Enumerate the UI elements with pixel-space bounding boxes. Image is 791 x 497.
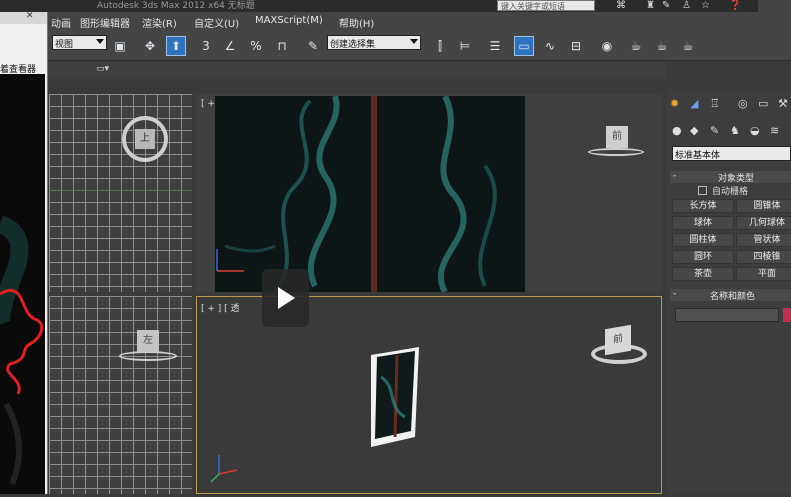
- command-panel-tabs: ✹ ◢ ♖ ◎ ▭ ⚒: [668, 96, 791, 114]
- schematic-view-icon[interactable]: ⊟: [566, 36, 586, 56]
- box-button[interactable]: 长方体: [672, 199, 734, 213]
- move-icon[interactable]: ✥: [140, 36, 160, 56]
- create-category-icons: ● ◆ ✎ ♞ ◒ ≋: [670, 124, 791, 140]
- render-setup-icon[interactable]: ☕: [626, 36, 646, 56]
- material-editor-icon[interactable]: ◉: [597, 36, 617, 56]
- pyramid-button[interactable]: 四棱锥: [736, 250, 791, 264]
- viewport-front[interactable]: [ + ] [ 前 ] [ 真实 ] 前: [196, 94, 662, 292]
- edit-named-selection-icon[interactable]: ✎: [303, 36, 323, 56]
- select-manipulate-button[interactable]: ⬆: [166, 36, 186, 56]
- geosphere-button[interactable]: 几何球体: [736, 216, 791, 230]
- menu-help[interactable]: 帮助(H): [339, 15, 374, 30]
- viewcube-perspective[interactable]: 前: [605, 324, 631, 356]
- rendered-frame-icon[interactable]: ☕: [652, 36, 672, 56]
- scene-viewer-window: ✕ 着查看器: [0, 11, 48, 494]
- textured-plane-object[interactable]: [367, 347, 422, 447]
- render-production-icon[interactable]: ☕: [678, 36, 698, 56]
- video-play-button[interactable]: [262, 269, 309, 327]
- menu-animation[interactable]: 动画: [51, 15, 71, 30]
- menu-maxscript[interactable]: MAXScript(M): [255, 15, 323, 26]
- motion-tab-icon[interactable]: ◎: [738, 97, 748, 110]
- collapse-icon: -: [673, 289, 677, 299]
- viewcube-top[interactable]: 上: [135, 129, 155, 149]
- menu-rendering[interactable]: 渲染(R): [142, 15, 177, 30]
- viewcube-ring: [119, 351, 177, 361]
- search-input[interactable]: 键入关键字或短语: [497, 0, 595, 11]
- autogrid-label: 自动栅格: [712, 187, 749, 197]
- menu-graph-editors[interactable]: 图形编辑器: [80, 15, 130, 30]
- percent-snap-button[interactable]: %: [246, 36, 266, 56]
- display-tab-icon[interactable]: ▭: [758, 97, 768, 110]
- window-title: Autodesk 3ds Max 2012 x64 无标题: [97, 1, 255, 11]
- collapse-icon: -: [673, 171, 677, 181]
- hierarchy-tab-icon[interactable]: ♖: [710, 97, 720, 110]
- modify-tab-icon[interactable]: ◢: [690, 97, 698, 110]
- ribbon-bar: ▭▾: [48, 61, 666, 79]
- menu-customize[interactable]: 自定义(U): [194, 15, 239, 30]
- align-icon[interactable]: ⊨: [455, 36, 475, 56]
- object-type-rollout-header[interactable]: - 对象类型: [670, 171, 791, 184]
- reference-coordinate-select[interactable]: 视图: [52, 35, 107, 50]
- cameras-icon[interactable]: ♞: [730, 124, 740, 137]
- title-bar: Autodesk 3ds Max 2012 x64 无标题 键入关键字或短语 ⌘…: [0, 0, 791, 12]
- torus-button[interactable]: 圆环: [672, 250, 734, 264]
- object-color-swatch[interactable]: [783, 308, 791, 322]
- viewer-canvas: [0, 74, 45, 494]
- spinner-snap-icon[interactable]: ⊓: [272, 36, 292, 56]
- named-selection-set-select[interactable]: 创建选择集: [327, 35, 421, 50]
- axis-tripod-icon: [216, 249, 244, 272]
- window-controls[interactable]: [758, 0, 791, 12]
- viewport-perspective-label[interactable]: [ + ] [ 透: [201, 301, 240, 314]
- viewport-top[interactable]: 上: [49, 94, 192, 292]
- chevron-down-icon: [96, 39, 104, 44]
- spacewarps-icon[interactable]: ≋: [770, 124, 779, 137]
- utilities-tab-icon[interactable]: ⚒: [778, 97, 788, 110]
- grid-axis-line: [49, 190, 192, 191]
- angle-snap-icon[interactable]: ∠: [220, 36, 240, 56]
- helpers-icon[interactable]: ◒: [750, 124, 760, 137]
- ribbon-toggle-icon[interactable]: ▭▾: [96, 64, 109, 74]
- lights-icon[interactable]: ✎: [710, 124, 719, 137]
- communication-icon[interactable]: ♜: [646, 0, 655, 11]
- autogrid-checkbox[interactable]: [698, 186, 707, 195]
- snap-3d-button[interactable]: 3: [196, 36, 216, 56]
- binoculars-icon[interactable]: ⌘: [616, 0, 626, 11]
- pivot-icon[interactable]: ▣: [110, 36, 130, 56]
- primitive-category-select[interactable]: 标准基本体: [672, 146, 791, 161]
- sphere-button[interactable]: 球体: [672, 216, 734, 230]
- geometry-icon[interactable]: ●: [672, 124, 682, 137]
- viewport-left[interactable]: 左: [49, 296, 192, 494]
- layer-manager-icon[interactable]: ☰: [485, 36, 505, 56]
- main-toolbar: 视图 ▣ ✥ ⬆ 3 ∠ % ⊓ ✎ 创建选择集 ⫿ ⊨ ☰ ▭ ∿ ⊟ ◉ ☕…: [0, 32, 791, 61]
- object-name-field[interactable]: [675, 308, 779, 322]
- tools-icon[interactable]: ✎: [662, 0, 670, 11]
- play-icon: [278, 287, 295, 309]
- plane-button[interactable]: 平面: [736, 267, 791, 281]
- name-color-rollout-header[interactable]: - 名称和颜色: [670, 289, 791, 302]
- user-icon[interactable]: ♙: [682, 0, 691, 11]
- close-icon[interactable]: ✕: [26, 11, 34, 21]
- viewcube-front[interactable]: 前: [606, 126, 628, 148]
- cone-button[interactable]: 圆锥体: [736, 199, 791, 213]
- teapot-button[interactable]: 茶壶: [672, 267, 734, 281]
- help-icon[interactable]: ❓: [729, 0, 741, 11]
- shapes-icon[interactable]: ◆: [690, 124, 698, 137]
- window-header: ✕: [0, 11, 47, 24]
- viewcube-left[interactable]: 左: [137, 330, 159, 352]
- viewcube-ring: [588, 148, 644, 156]
- menu-bar: 动画 图形编辑器 渲染(R) 自定义(U) MAXScript(M) 帮助(H): [0, 12, 791, 32]
- mirror-icon[interactable]: ⫿: [430, 36, 450, 56]
- create-tab-icon[interactable]: ✹: [670, 97, 679, 110]
- cylinder-button[interactable]: 圆柱体: [672, 233, 734, 247]
- tube-button[interactable]: 管状体: [736, 233, 791, 247]
- chevron-down-icon: [410, 39, 418, 44]
- graphite-ribbon-button[interactable]: ▭: [514, 36, 534, 56]
- axis-tripod-icon: [210, 455, 238, 483]
- curve-editor-icon[interactable]: ∿: [540, 36, 560, 56]
- red-stroke-drawing: [0, 215, 44, 486]
- star-icon[interactable]: ☆: [701, 0, 710, 11]
